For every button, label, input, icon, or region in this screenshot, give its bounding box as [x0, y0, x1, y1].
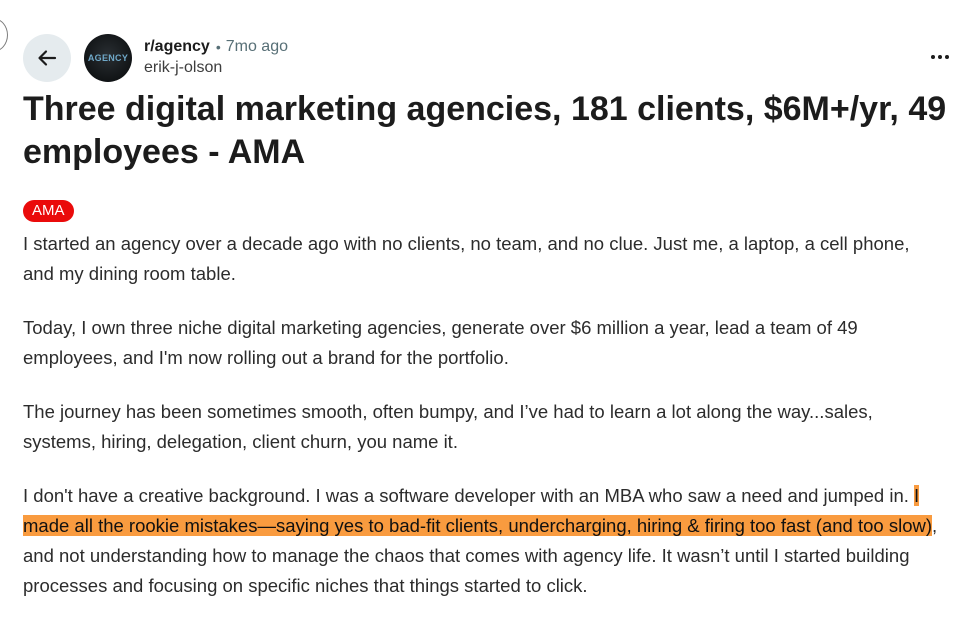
post-time: 7mo ago [225, 38, 288, 55]
body-paragraph-1: I started an agency over a decade ago wi… [23, 233, 910, 284]
avatar-logo-text: AGENCY [87, 53, 129, 63]
paragraph-4-intro: I don't have a creative background. I wa… [23, 485, 915, 506]
post-meta: r/agency • 7mo ago erik-j-olson [144, 36, 288, 79]
ama-flair-badge[interactable]: AMA [23, 200, 74, 222]
body-paragraph-4: I don't have a creative background. I wa… [23, 481, 943, 601]
subreddit-link[interactable]: r/agency [144, 36, 210, 58]
more-horizontal-icon [931, 55, 949, 59]
subreddit-avatar[interactable]: AGENCY [84, 34, 132, 82]
post-body: I started an agency over a decade ago wi… [23, 229, 943, 625]
more-options-button[interactable] [922, 42, 958, 72]
body-paragraph-2: Today, I own three niche digital marketi… [23, 317, 858, 368]
partial-circle-edge [0, 18, 8, 52]
author-link[interactable]: erik-j-olson [144, 57, 288, 79]
meta-separator: • [215, 39, 221, 55]
arrow-left-icon [38, 50, 57, 66]
body-paragraph-3: The journey has been sometimes smooth, o… [23, 401, 873, 452]
back-button[interactable] [23, 34, 71, 82]
post-title[interactable]: Three digital marketing agencies, 181 cl… [23, 88, 959, 174]
